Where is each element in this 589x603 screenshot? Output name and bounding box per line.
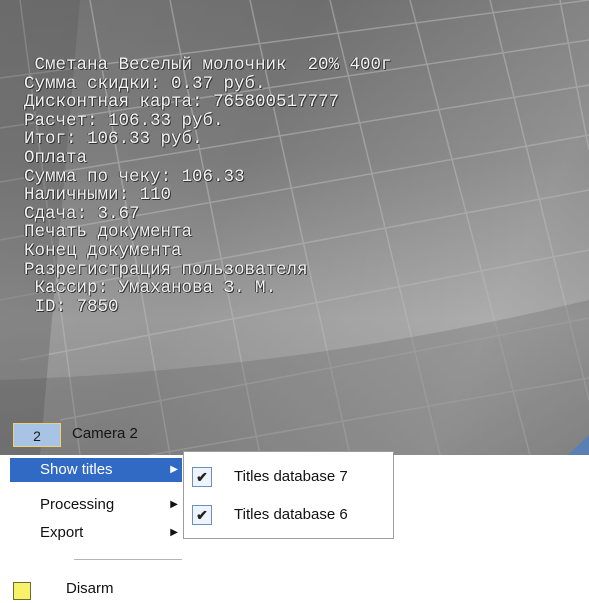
triangle-right-icon: ▶ [170, 527, 178, 538]
cash-register-ticker: Сметана Веселый молочник 20% 400г Сумма … [24, 56, 392, 316]
submenu-item-titles-database-7[interactable]: ✔ Titles database 7 [190, 461, 390, 493]
ticker-line: Печать документа [24, 222, 193, 243]
camera-name-label: Camera 2 [72, 425, 138, 442]
submenu-item-titles-database-6[interactable]: ✔ Titles database 6 [190, 499, 390, 531]
checkmark-icon[interactable]: ✔ [192, 505, 212, 525]
ticker-line: Сдача: 3.67 [24, 203, 140, 224]
yellow-square-icon [13, 582, 31, 600]
camera-context-menu: Show titles ▶ Processing ▶ Export ▶ Disa… [4, 455, 185, 603]
menu-item-label: Processing [40, 496, 115, 513]
checkmark-icon[interactable]: ✔ [192, 467, 212, 487]
submenu-item-label: Titles database 7 [234, 468, 348, 485]
ticker-line: Кассир: Умаханова З. М. [24, 278, 277, 299]
triangle-right-icon: ▶ [170, 499, 178, 510]
show-titles-submenu: ✔ Titles database 7 ✔ Titles database 6 [183, 451, 394, 539]
camera-view[interactable]: Сметана Веселый молочник 20% 400г Сумма … [0, 0, 589, 455]
camera-number-badge[interactable]: 2 [13, 423, 61, 447]
ticker-line: Наличными: 110 [24, 185, 172, 206]
ticker-line: Оплата [24, 147, 88, 168]
ticker-line: ID: 7850 [24, 296, 119, 317]
ticker-line: Дисконтная карта: 765800517777 [24, 92, 340, 113]
ticker-line: Сумма по чеку: 106.33 [24, 166, 245, 187]
ticker-line: Сумма скидки: 0.37 руб. [24, 73, 266, 94]
ticker-line: Сметана Веселый молочник 20% 400г [24, 55, 392, 75]
ticker-line: Итог: 106.33 руб. [24, 129, 203, 150]
menu-item-disarm[interactable]: Disarm [66, 580, 114, 597]
menu-separator [74, 559, 182, 560]
submenu-item-label: Titles database 6 [234, 506, 348, 523]
menu-item-label: Export [40, 524, 84, 541]
menu-item-export[interactable]: Export ▶ [10, 521, 182, 545]
menu-item-label: Show titles [40, 461, 113, 478]
ticker-line: Расчет: 106.33 руб. [24, 110, 224, 131]
ticker-line: Конец документа [24, 240, 182, 261]
triangle-right-icon: ▶ [170, 464, 178, 475]
menu-item-show-titles[interactable]: Show titles ▶ [10, 458, 182, 482]
ticker-line: Разрегистрация пользователя [24, 259, 308, 280]
menu-item-processing[interactable]: Processing ▶ [10, 493, 182, 517]
